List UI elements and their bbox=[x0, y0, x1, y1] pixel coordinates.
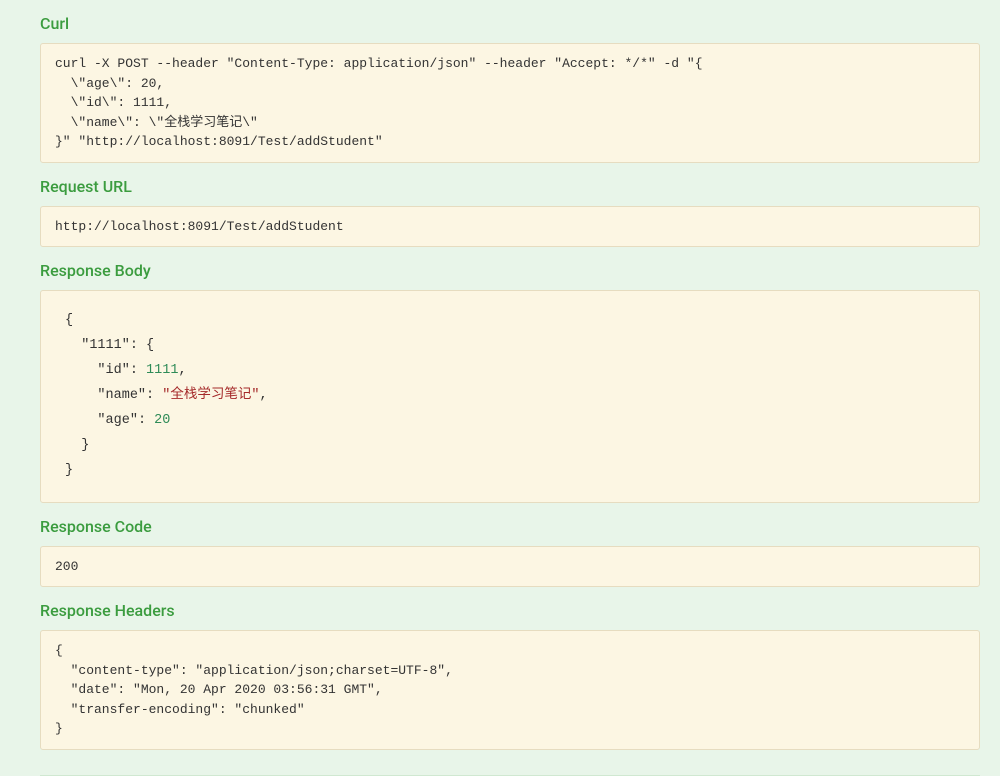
response-code-content[interactable]: 200 bbox=[40, 546, 980, 588]
json-age-value: 20 bbox=[154, 413, 170, 428]
json-id-key: id bbox=[106, 363, 122, 378]
curl-content[interactable]: curl -X POST --header "Content-Type: app… bbox=[40, 43, 980, 163]
curl-title: Curl bbox=[40, 14, 980, 33]
response-code-title: Response Code bbox=[40, 517, 980, 536]
response-body-content[interactable]: { "1111": { "id": 1111, "name": "全栈学习笔记"… bbox=[40, 290, 980, 503]
json-id-value: 1111 bbox=[146, 363, 178, 378]
response-body-title: Response Body bbox=[40, 261, 980, 280]
json-outer-key: 1111 bbox=[89, 338, 121, 353]
response-headers-title: Response Headers bbox=[40, 601, 980, 620]
json-name-key: name bbox=[106, 388, 138, 403]
json-name-value: "全栈学习笔记" bbox=[162, 388, 259, 403]
api-response-panel: Curl curl -X POST --header "Content-Type… bbox=[0, 14, 1000, 776]
json-age-key: age bbox=[106, 413, 130, 428]
request-url-content[interactable]: http://localhost:8091/Test/addStudent bbox=[40, 206, 980, 248]
response-headers-content[interactable]: { "content-type": "application/json;char… bbox=[40, 630, 980, 750]
request-url-title: Request URL bbox=[40, 177, 980, 196]
